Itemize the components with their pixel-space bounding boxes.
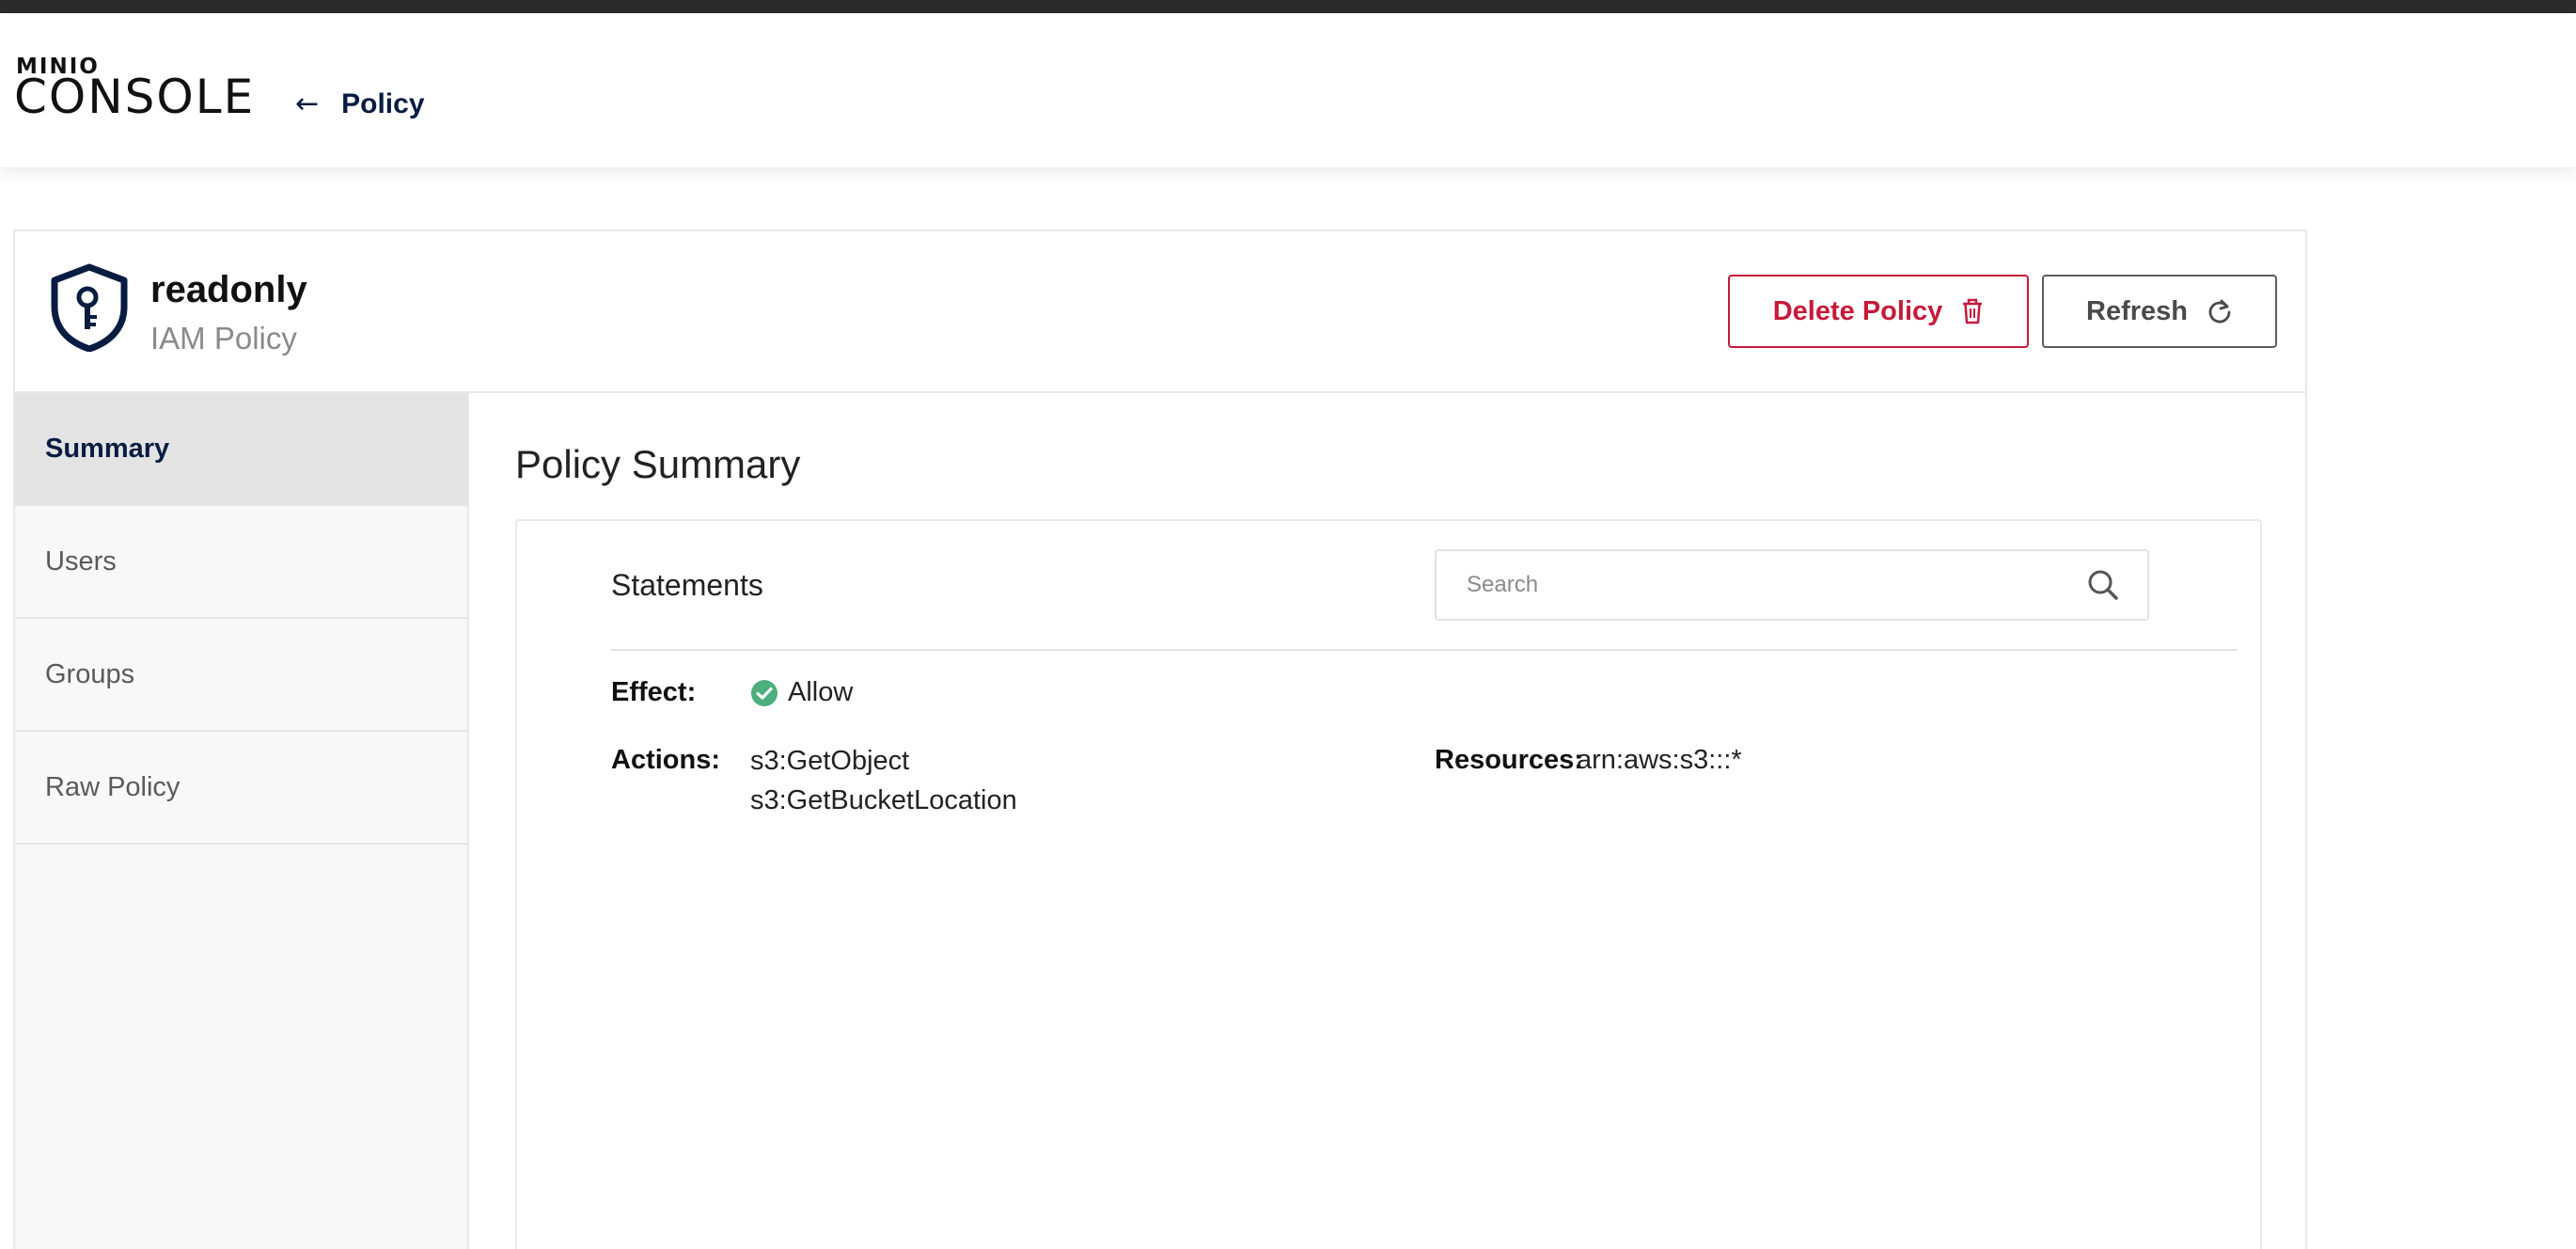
- window-top-strip: [0, 0, 2576, 13]
- statements-heading: Statements: [611, 568, 763, 602]
- effect-value-text: Allow: [788, 677, 854, 707]
- check-circle-icon: [751, 679, 778, 706]
- actions-list: s3:GetObject s3:GetBucketLocation: [750, 741, 1017, 820]
- sidebar-item-users[interactable]: Users: [15, 506, 467, 619]
- refresh-button[interactable]: Refresh: [2042, 275, 2277, 348]
- action-item: s3:GetObject: [750, 746, 910, 776]
- policy-detail-panel: readonly IAM Policy Delete Policy Refres…: [13, 229, 2307, 1249]
- search-input[interactable]: [1467, 572, 2050, 598]
- policy-header: readonly IAM Policy Delete Policy Refres…: [15, 231, 2305, 393]
- delete-policy-button[interactable]: Delete Policy: [1728, 275, 2029, 348]
- refresh-label: Refresh: [2086, 295, 2188, 326]
- resources-label: Resources:: [1435, 745, 1583, 775]
- minio-console-logo[interactable]: MINIO CONSOLE: [14, 55, 253, 130]
- sidebar-item-label: Summary: [45, 433, 170, 464]
- sidebar-item-label: Users: [45, 545, 117, 577]
- effect-value: Allow: [750, 677, 853, 708]
- arrow-left-icon: ←: [295, 87, 320, 120]
- sidebar-item-label: Raw Policy: [45, 771, 181, 802]
- app-header: MINIO CONSOLE ← Policy: [0, 13, 2576, 168]
- logo-console-text: CONSOLE: [14, 70, 256, 124]
- statements-card: Statements Effect: Allow Actions: s3:Ge: [515, 519, 2262, 1249]
- back-label: Policy: [341, 88, 425, 119]
- policy-type: IAM Policy: [150, 321, 297, 356]
- sidebar-item-summary[interactable]: Summary: [15, 393, 467, 506]
- refresh-icon: [2208, 299, 2231, 324]
- sidebar-item-raw-policy[interactable]: Raw Policy: [15, 732, 467, 845]
- search-icon[interactable]: [2087, 569, 2119, 601]
- action-item: s3:GetBucketLocation: [750, 785, 1017, 815]
- back-to-policies-link[interactable]: ← Policy: [295, 88, 425, 120]
- effect-label: Effect:: [611, 677, 697, 707]
- sidebar-item-label: Groups: [45, 658, 135, 689]
- shield-key-icon: [51, 263, 128, 352]
- trash-icon: [1963, 298, 1983, 324]
- statements-divider: [611, 649, 2238, 651]
- search-box[interactable]: [1435, 549, 2149, 621]
- policy-sidebar: Summary Users Groups Raw Policy: [15, 393, 469, 1249]
- delete-policy-label: Delete Policy: [1772, 295, 1943, 326]
- actions-label: Actions:: [611, 745, 720, 775]
- resources-value: arn:aws:s3:::*: [1577, 745, 1742, 775]
- page-title: Policy Summary: [515, 442, 801, 486]
- policy-summary-content: Policy Summary Statements Effect: Allow …: [471, 393, 2307, 1249]
- sidebar-item-groups[interactable]: Groups: [15, 619, 467, 732]
- policy-name: readonly: [150, 269, 307, 310]
